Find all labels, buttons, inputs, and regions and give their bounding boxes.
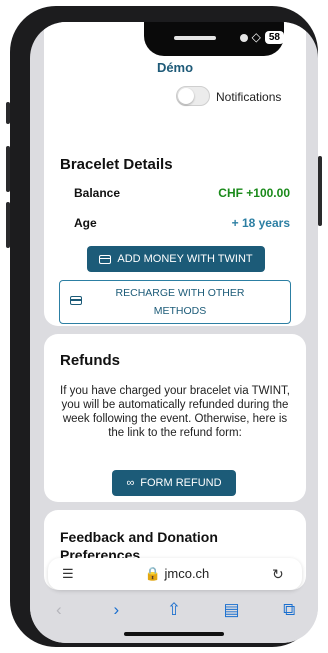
address-bar[interactable]: ☰ 🔒 jmco.ch ↻ — [48, 558, 302, 590]
age-value: + 18 years — [231, 216, 290, 230]
event-name: Démo — [156, 60, 194, 75]
home-indicator — [124, 632, 224, 636]
url-text: 🔒 jmco.ch — [144, 566, 210, 581]
form-refund-button[interactable]: ∞ FORM REFUND — [112, 470, 236, 496]
link-icon: ∞ — [126, 477, 135, 489]
refunds-card: Refunds If you have charged your bracele… — [44, 334, 306, 502]
reload-icon[interactable]: ↻ — [272, 566, 288, 583]
refunds-text: If you have charged your bracelet via TW… — [60, 385, 290, 439]
notifications-toggle[interactable] — [176, 86, 210, 106]
page-menu-icon[interactable]: ☰ — [62, 566, 82, 582]
recharge-line2: METHODS — [153, 305, 207, 317]
balance-label: Balance — [74, 186, 121, 200]
mute-switch — [6, 102, 10, 124]
age-label: Age — [74, 216, 97, 230]
balance-value: CHF +100.00 — [218, 186, 290, 200]
form-refund-label: FORM REFUND — [140, 477, 222, 489]
notifications-label: Notifications — [216, 90, 282, 104]
island-pill — [174, 36, 216, 40]
back-icon[interactable]: ‹ — [44, 600, 74, 620]
status-indicators: ◇ 58 — [252, 30, 284, 44]
recharge-other-methods-button[interactable]: RECHARGE WITH OTHER METHODS — [59, 280, 291, 324]
volume-up-button — [6, 146, 10, 192]
status-time: 12:04 — [62, 31, 98, 47]
bookmarks-icon[interactable]: ▤ — [217, 600, 247, 620]
recharge-line1: RECHARGE WITH OTHER — [115, 287, 245, 299]
tabs-icon[interactable]: ⧉ — [274, 600, 304, 620]
phone-screen: 12:04 ◇ 58 Démo Notifications Bracelet D… — [30, 22, 318, 643]
url-value: jmco.ch — [164, 566, 210, 581]
add-money-twint-button[interactable]: ADD MONEY WITH TWINT — [87, 246, 265, 272]
wifi-icon: ◇ — [251, 30, 261, 44]
camera-dot — [240, 34, 248, 42]
battery-indicator: 58 — [264, 30, 284, 44]
page-content[interactable]: Démo Notifications Bracelet Details Bala… — [30, 22, 318, 643]
power-button — [318, 156, 322, 226]
toggle-knob — [178, 88, 194, 104]
refunds-title: Refunds — [60, 352, 120, 369]
forward-icon[interactable]: › — [101, 600, 131, 620]
recharge-label: RECHARGE WITH OTHER METHODS — [84, 284, 290, 320]
bracelet-card: Démo Notifications Bracelet Details Bala… — [44, 22, 306, 326]
credit-card-icon — [70, 296, 84, 308]
add-money-label: ADD MONEY WITH TWINT — [117, 253, 253, 265]
credit-card-icon — [99, 254, 112, 264]
bracelet-details-title: Bracelet Details — [60, 156, 173, 173]
phone-frame: 12:04 ◇ 58 Démo Notifications Bracelet D… — [6, 6, 322, 647]
volume-down-button — [6, 202, 10, 248]
share-icon[interactable]: ⇧ — [159, 600, 189, 620]
